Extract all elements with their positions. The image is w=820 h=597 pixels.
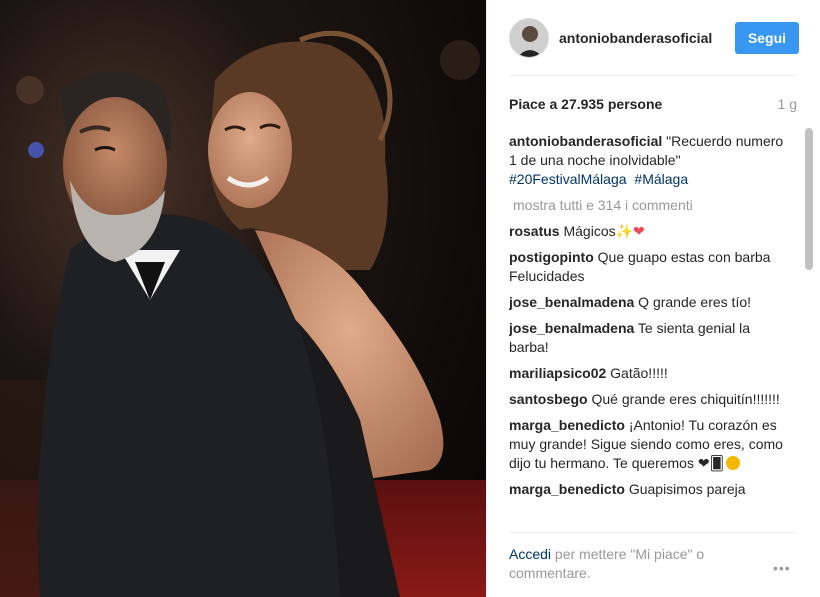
- comment-username[interactable]: jose_benalmadena: [509, 320, 634, 336]
- header-username[interactable]: antoniobanderasoficial: [559, 30, 735, 46]
- divider: [509, 532, 797, 533]
- avatar-image: [510, 19, 548, 57]
- login-prompt: Accedi per mettere "Mi piace" o commenta…: [509, 545, 739, 583]
- comment-text: Mágicos✨: [563, 223, 634, 239]
- comment-username[interactable]: mariliapsico02: [509, 365, 606, 381]
- likes-count[interactable]: Piace a 27.935 persone: [509, 96, 662, 112]
- caption: antoniobanderasoficial "Recuerdo numero …: [509, 132, 793, 189]
- comment-text: Q grande eres tío!: [638, 294, 752, 310]
- ellipsis-icon[interactable]: •••: [773, 560, 791, 576]
- show-all-comments-link[interactable]: mostra tutti e 314 i commenti: [513, 196, 793, 215]
- comment-text: Guapisimos pareja: [628, 481, 746, 497]
- follow-button[interactable]: Segui: [735, 22, 799, 54]
- comment-text: Qué grande eres chiquitín!!!!!!!: [591, 391, 780, 407]
- comment-username[interactable]: santosbego: [509, 391, 588, 407]
- post-header: antoniobanderasoficial Segui: [509, 16, 799, 60]
- list-item: santosbego Qué grande eres chiquitín!!!!…: [509, 390, 793, 409]
- comment-username[interactable]: marga_benedicto: [509, 417, 625, 433]
- list-item: jose_benalmadena Te sienta genial la bar…: [509, 319, 793, 357]
- sunflower-emoji-icon: [725, 456, 740, 470]
- photo-illustration: [0, 0, 486, 597]
- list-item: marga_benedicto ¡Antonio! Tu corazón es …: [509, 416, 793, 473]
- list-item: rosatus Mágicos✨❤: [509, 222, 793, 241]
- login-link[interactable]: Accedi: [509, 546, 551, 562]
- comment-username[interactable]: jose_benalmadena: [509, 294, 634, 310]
- comment-text: Gatão!!!!!: [610, 365, 668, 381]
- hashtag[interactable]: #20FestivalMálaga: [509, 171, 627, 187]
- avatar[interactable]: [509, 18, 549, 58]
- list-item: postigopinto Que guapo estas con barba F…: [509, 248, 793, 286]
- scrollbar-thumb[interactable]: [805, 128, 813, 270]
- hashtag[interactable]: #Málaga: [634, 171, 688, 187]
- post-photo[interactable]: [0, 0, 486, 597]
- comment-username[interactable]: rosatus: [509, 223, 560, 239]
- comment-username[interactable]: marga_benedicto: [509, 481, 625, 497]
- likes-row: Piace a 27.935 persone 1 g: [509, 96, 797, 112]
- list-item: mariliapsico02 Gatão!!!!!: [509, 364, 793, 383]
- post-modal: antoniobanderasoficial Segui Piace a 27.…: [0, 0, 820, 597]
- comments-list[interactable]: antoniobanderasoficial "Recuerdo numero …: [509, 132, 793, 530]
- list-item: jose_benalmadena Q grande eres tío!: [509, 293, 793, 312]
- comment-username[interactable]: postigopinto: [509, 249, 594, 265]
- post-side-panel: antoniobanderasoficial Segui Piace a 27.…: [486, 0, 820, 597]
- caption-username[interactable]: antoniobanderasoficial: [509, 133, 662, 149]
- heart-emoji-icon: ❤: [633, 223, 645, 239]
- comments-scrollbar[interactable]: [805, 128, 813, 538]
- divider: [509, 75, 797, 76]
- list-item: marga_benedicto Guapisimos pareja: [509, 480, 793, 499]
- post-time[interactable]: 1 g: [778, 96, 797, 112]
- caption-hashtags: #20FestivalMálaga #Málaga: [509, 171, 688, 187]
